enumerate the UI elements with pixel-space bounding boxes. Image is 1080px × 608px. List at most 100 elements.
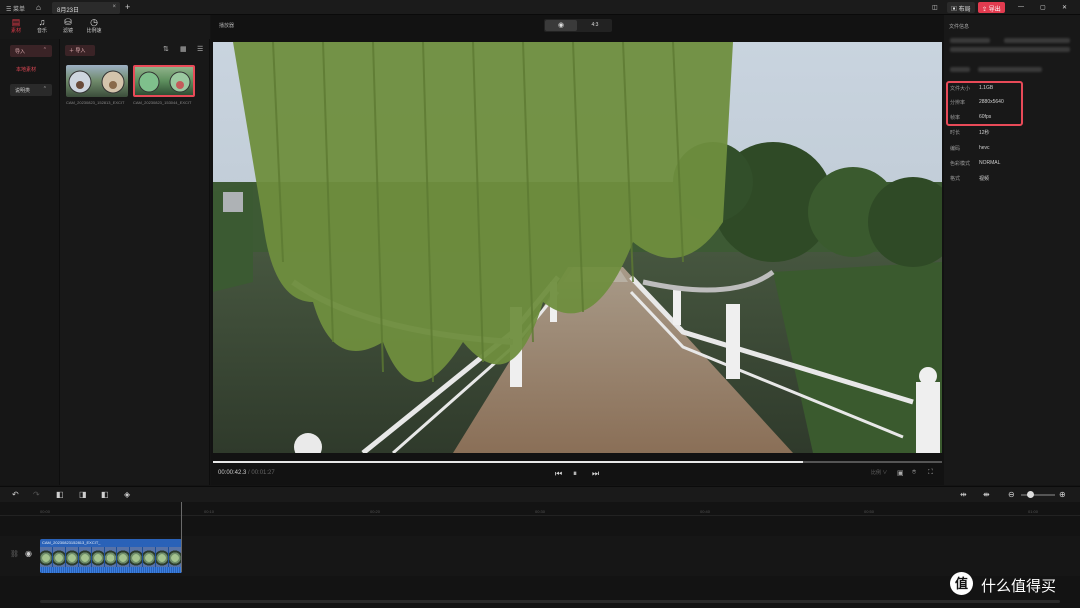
close-window-button[interactable]: ✕ [1058, 2, 1071, 13]
prop-value: NORMAL [979, 160, 1001, 166]
tool-filter[interactable]: ⛁ 滤镜 [55, 17, 81, 35]
next-frame-icon[interactable]: ⏭ [592, 469, 599, 479]
layout-label: 布局 [958, 7, 971, 13]
category-column: 导入 ⌃ 本地素材 说明类 ⌃ [0, 39, 60, 485]
playback-progress[interactable] [213, 461, 942, 463]
zoom-out-icon[interactable]: ⊖ [1008, 490, 1015, 499]
tool-music[interactable]: ♫ 音乐 [29, 17, 55, 35]
mode-ratio-button[interactable]: 4:3 [579, 20, 611, 31]
current-time: 00:00:42.3 [218, 470, 247, 476]
mode-panorama-button[interactable]: ◉ [545, 20, 577, 31]
zoom-in-icon[interactable]: ⊕ [1059, 490, 1066, 499]
panorama-image [138, 71, 191, 93]
prop-row: 帧率 60fps [950, 114, 991, 121]
redacted-field [950, 47, 1070, 52]
prop-key: 色彩模式 [950, 161, 971, 167]
minimize-button[interactable]: — [1014, 2, 1028, 13]
video-frame[interactable] [213, 42, 942, 453]
chevron-up-icon: ⌃ [42, 47, 47, 53]
sort-icon[interactable]: ⇅ [163, 45, 169, 53]
prop-row: 编码 hevc [950, 145, 990, 152]
media-icon: ▤ [11, 17, 21, 27]
tool-media[interactable]: ▤ 素材 [3, 17, 29, 35]
watermark-text: 什么值得买 [981, 578, 1057, 595]
ruler-tick: 00:40 [700, 509, 711, 514]
redacted-field [950, 67, 970, 72]
tool-timer-label: 比例速 [86, 28, 102, 34]
preview-panel: 播放器 ◉ 4:3 00:00:42.3 / 00:01:27 ⏮ ⏸ ⏭ 比例… [211, 15, 944, 485]
undo-icon[interactable]: ↶ [12, 490, 19, 499]
tool-timer[interactable]: ◷ 比例速 [81, 17, 107, 35]
prop-key: 文件大小 [950, 86, 971, 92]
home-icon[interactable]: ⌂ [36, 3, 45, 12]
prop-row: 时长 12秒 [950, 129, 990, 136]
eye-icon[interactable]: ◉ [25, 549, 32, 558]
prop-value: 60fps [979, 114, 992, 120]
chevron-up-icon: ⌃ [42, 86, 47, 92]
video-clip[interactable]: CAM_20230823152813_EXCIT_ [40, 539, 182, 573]
time-ruler[interactable]: 00:00 00:10 00:20 00:30 00:40 00:50 01:0… [0, 502, 1080, 516]
media-caption: CAM_20230823_152813_EXCIT [66, 100, 125, 105]
media-thumbnail-selected[interactable] [133, 65, 195, 97]
ruler-tick: 00:50 [864, 509, 875, 514]
lock-icon[interactable]: ⛓ [10, 550, 19, 558]
ruler-tick: 01:00 [1028, 509, 1039, 514]
redo-icon[interactable]: ↷ [33, 490, 40, 499]
media-thumbnail[interactable] [66, 65, 128, 97]
snap-icon[interactable]: ⇹ [960, 490, 967, 499]
clip-filmstrip [40, 547, 182, 567]
pause-icon[interactable]: ⏸ [573, 469, 577, 479]
redacted-field [950, 38, 990, 43]
import-button[interactable]: ＋ 导入 [65, 45, 95, 56]
ratio-dropdown[interactable]: 比例 ∨ [871, 469, 887, 476]
timeline-scrollbar[interactable] [40, 600, 1060, 603]
new-tab-button[interactable]: + [125, 2, 130, 12]
redacted-field [1004, 38, 1070, 43]
playback-controls: 00:00:42.3 / 00:01:27 ⏮ ⏸ ⏭ 比例 ∨ ▣ ⌾ ⛶ [211, 455, 944, 485]
trim-right-icon[interactable]: ◧ [101, 490, 109, 499]
maximize-button[interactable]: ▢ [1036, 2, 1050, 13]
view-mode-toggle: ◉ 4:3 [544, 19, 612, 32]
snapshot-icon[interactable]: ⌾ [912, 469, 916, 477]
prop-key: 时长 [950, 130, 961, 136]
category-local[interactable]: 本地素材 [16, 66, 36, 73]
asset-panel: ▤ 素材 ♫ 音乐 ⛁ 滤镜 ◷ 比例速 导入 ⌃ 本地素材 说明类 ⌃ ＋ 导… [0, 15, 210, 485]
video-track: ⛓ ◉ CAM_20230823152813_EXCIT_ [0, 536, 1080, 576]
zoom-slider[interactable] [1021, 491, 1055, 498]
timer-icon: ◷ [90, 17, 98, 27]
aspect-icon[interactable]: ▣ [897, 469, 904, 477]
playhead[interactable] [181, 502, 182, 572]
prop-row: 文件大小 1.1GB [950, 85, 993, 92]
editor-window: ☰ 菜单 ⌂ 8月23日 × + ◫ ▣ 布局 ⇪ 导出 — ▢ ✕ ▤ 素材 … [0, 0, 1080, 608]
prop-key: 编码 [950, 146, 961, 152]
grid-view-icon[interactable]: ▦ [180, 45, 187, 53]
prop-value: hevc [979, 145, 990, 151]
split-icon[interactable]: ◧ [56, 490, 64, 499]
audio-waveform [40, 567, 182, 573]
ruler-tick: 00:00 [40, 509, 51, 514]
prop-value: 12秒 [979, 130, 990, 136]
layout-button[interactable]: ▣ 布局 [947, 2, 975, 13]
link-icon[interactable]: ⇼ [983, 490, 990, 499]
zoom-slider-handle[interactable] [1027, 491, 1034, 498]
prop-key: 帧率 [950, 115, 961, 121]
progress-fill [213, 461, 804, 463]
timecode: 00:00:42.3 / 00:01:27 [218, 470, 275, 476]
filter-icon: ⛁ [64, 17, 72, 27]
timeline: 00:00 00:10 00:20 00:30 00:40 00:50 01:0… [0, 502, 1080, 608]
export-button[interactable]: ⇪ 导出 [978, 2, 1005, 13]
trim-left-icon[interactable]: ◨ [79, 490, 87, 499]
screen-icon[interactable]: ◫ [930, 2, 940, 13]
close-tab-icon[interactable]: × [112, 4, 116, 10]
menu-button[interactable]: ☰ 菜单 [6, 4, 25, 13]
fullscreen-icon[interactable]: ⛶ [928, 469, 933, 477]
prop-row: 格式 视频 [950, 175, 989, 182]
category-group[interactable]: 说明类 ⌃ [10, 84, 52, 96]
prop-value: 2880x5640 [979, 99, 1004, 105]
keyframe-icon[interactable]: ◈ [124, 490, 130, 499]
ruler-tick: 00:20 [370, 509, 381, 514]
filter-list-icon[interactable]: ☰ [197, 45, 203, 53]
prev-frame-icon[interactable]: ⏮ [555, 469, 562, 479]
category-import[interactable]: 导入 ⌃ [10, 45, 52, 57]
project-tab[interactable]: 8月23日 × [52, 2, 120, 14]
